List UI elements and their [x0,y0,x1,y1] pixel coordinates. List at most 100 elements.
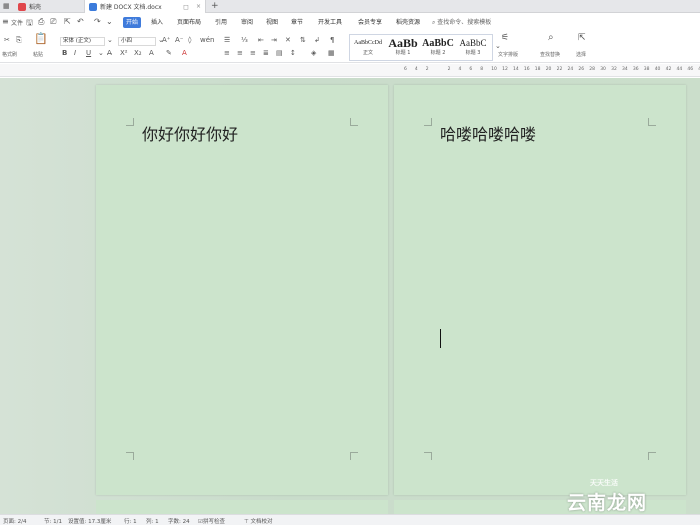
sort-icon[interactable]: ⇅ [300,36,306,45]
text-tools-label[interactable]: 文字排版 [498,51,518,60]
status-spell-check[interactable]: ☑拼写检查 [198,517,225,525]
style-heading-2[interactable]: AaBbC 标题 2 [421,37,455,60]
bold-icon[interactable]: B [62,49,67,58]
italic-icon[interactable]: I [74,49,76,58]
right-page-text[interactable]: 哈喽哈喽哈喽 [440,121,536,145]
status-section[interactable]: 节: 1/1 [44,517,62,525]
save-icon[interactable]: 🖫 [26,17,33,31]
tab-close-x-icon[interactable]: × [196,3,201,10]
tab-home[interactable]: 稻壳 [14,0,80,13]
align-right-icon[interactable]: ≡ [250,49,256,58]
format-painter-label[interactable]: 格式刷 [2,51,17,60]
menu-insert[interactable]: 插入 [148,17,166,28]
styles-more-icon[interactable]: ⌄ [495,42,501,51]
redo-icon[interactable]: ↷ [94,17,101,26]
left-page-text[interactable]: 你好你好你好 [142,121,238,145]
status-setting-value[interactable]: 设置值: 17.3厘米 [68,517,111,525]
style-normal[interactable]: AaBbCcDd 正文 [351,37,385,60]
chinese-layout-icon[interactable]: ✕ [285,36,291,45]
menu-review[interactable]: 审阅 [238,17,256,28]
distributed-icon[interactable]: ▤ [276,49,283,58]
style-name: 正文 [362,50,373,56]
ruler-number: 34 [622,67,628,72]
style-heading-3[interactable]: AaBbC 标题 3 [456,37,490,60]
menu-page-layout[interactable]: 页面布局 [174,17,204,28]
borders-icon[interactable]: ▦ [328,49,335,58]
text-tools-icon[interactable]: ⚟ [501,34,509,43]
select-label[interactable]: 选择 [576,51,586,60]
numbered-list-icon[interactable]: ⅓ [241,36,248,45]
customize-quick-access-icon[interactable]: ⌄ [106,17,113,26]
tab-document[interactable]: 新建 DOCX 文档.docx ◻ × [84,0,206,13]
find-replace-label[interactable]: 查找替换 [540,51,560,60]
undo-icon[interactable]: ↶ [77,17,84,26]
menu-docer-resources[interactable]: 稻壳资源 [393,17,423,28]
status-row[interactable]: 行: 1 [124,517,137,525]
paste-label[interactable]: 粘贴 [33,51,43,60]
status-word-count[interactable]: 字数: 24 [168,517,190,525]
file-menu[interactable]: 文件 [11,18,23,27]
align-center-icon[interactable]: ≡ [237,49,243,58]
ruler-number: 18 [534,67,541,72]
font-color-icon[interactable]: A [182,49,187,58]
line-spacing-icon[interactable]: ↕ [290,49,296,58]
text-effect-icon[interactable]: A [149,49,154,58]
font-dropdown-chevron-icon[interactable]: ⌄ [107,36,113,45]
paste-icon[interactable]: 📋 [34,33,48,44]
margin-corner-mark [350,452,358,460]
find-replace-icon[interactable]: ⌕ [548,33,554,43]
status-page[interactable]: 页面: 2/4 [3,517,26,525]
tab-close-icon[interactable]: ◻ [183,3,189,11]
page-left[interactable]: 你好你好你好 [96,85,388,495]
underline-dropdown-icon[interactable]: ⌄ [98,49,104,58]
increase-indent-icon[interactable]: ⇥ [271,36,277,45]
paragraph-mark-icon[interactable]: ¶ [330,36,334,45]
menu-references[interactable]: 引用 [212,17,230,28]
status-col[interactable]: 列: 1 [146,517,159,525]
watermark: 云南龙网 [567,488,692,514]
menu-view[interactable]: 视图 [263,17,281,28]
shading-icon[interactable]: ◈ [311,49,316,58]
superscript-icon[interactable]: X² [120,49,128,58]
command-search[interactable]: ⌕ 查找命令、搜索模板 [432,17,491,28]
menu-section[interactable]: 章节 [288,17,306,28]
margin-corner-mark [648,118,656,126]
ruler-number: 26 [578,67,585,72]
cut-icon[interactable]: ✂ [4,36,10,45]
ruler-number: 38 [643,67,650,72]
bullet-list-icon[interactable]: ☰ [224,36,230,45]
font-size-select[interactable]: 小四 [118,37,156,46]
watermark-small-text: 天天生活 [590,479,618,487]
subscript-icon[interactable]: X₂ [134,49,142,58]
horizontal-ruler[interactable]: 6 4 2 2 4 6 8 10 12 14 16 18 20 22 24 26 28 30 32 34 36 38 40 4… [0,64,700,77]
print-preview-icon[interactable]: ⎙ [38,17,44,27]
underline-icon[interactable]: U [86,49,91,58]
style-heading-1[interactable]: AaBb 标题 1 [386,37,420,60]
highlight-icon[interactable]: ✎ [166,49,172,58]
menu-member[interactable]: 会员专享 [355,17,385,28]
menu-developer[interactable]: 开发工具 [315,17,345,28]
select-cursor-icon[interactable]: ⇱ [578,34,586,43]
export-pdf-icon[interactable]: ⇱ [64,17,71,26]
home-grid-icon[interactable]: ▦ [3,2,10,10]
clear-format-icon[interactable]: ◊ [188,36,191,45]
grow-font-icon[interactable]: A⁺ [162,36,170,45]
new-tab-button[interactable]: + [211,0,219,13]
status-doc-check[interactable]: ⊤ 文档校对 [244,517,273,525]
writer-doc-icon [89,2,97,11]
print-icon[interactable]: ⎚ [50,17,56,27]
align-left-icon[interactable]: ≡ [224,49,230,58]
font-family-select[interactable]: 宋体 (正文) [60,37,105,46]
page-right[interactable]: 哈喽哈喽哈喽 [394,85,686,495]
justify-icon[interactable]: ≣ [263,49,269,58]
pinyin-icon[interactable]: wén [200,36,214,45]
strikethrough-icon[interactable]: A̶ [107,49,112,58]
next-page-left[interactable] [96,500,388,514]
shrink-font-icon[interactable]: A⁻ [175,36,183,45]
text-cursor [440,329,441,348]
menu-hamburger-icon[interactable]: ≡ [2,17,9,26]
decrease-indent-icon[interactable]: ⇤ [258,36,264,45]
copy-icon[interactable]: ⎘ [16,36,22,45]
menu-home[interactable]: 开始 [123,17,142,28]
show-marks-icon[interactable]: ↲ [314,36,320,45]
